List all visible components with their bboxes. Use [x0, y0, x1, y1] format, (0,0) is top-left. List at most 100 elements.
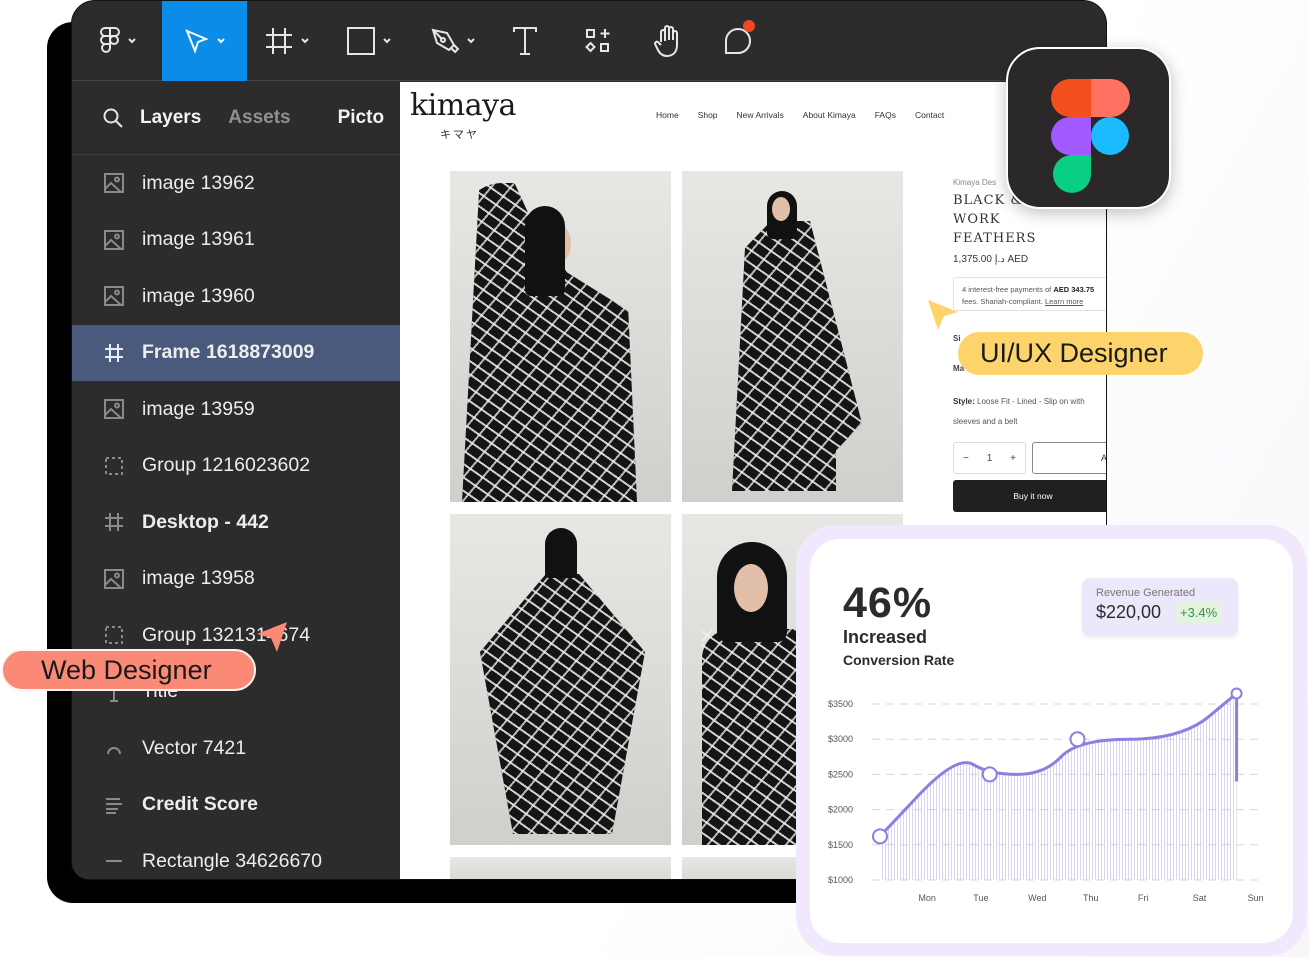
y-tick-label: $3000	[828, 734, 853, 744]
quantity-stepper[interactable]: − 1 +	[953, 442, 1026, 474]
tab-layers[interactable]: Layers	[140, 107, 201, 129]
add-to-cart-button[interactable]: Add	[1032, 442, 1106, 474]
move-tool-button[interactable]	[162, 1, 247, 81]
layer-item[interactable]: Group 1216023602	[72, 438, 400, 495]
layer-label: Group 1216023602	[142, 454, 311, 477]
layer-label: Frame 1618873009	[142, 341, 315, 364]
layer-item[interactable]: image 13962	[72, 155, 400, 212]
image-icon	[102, 397, 126, 421]
layer-list: image 13962 image 13961 image 13960 Frame 1…	[72, 155, 400, 879]
y-tick-label: $2000	[828, 805, 853, 815]
comment-tool-button[interactable]	[695, 1, 780, 81]
x-tick-label: Thu	[1083, 893, 1099, 903]
chevron-down-icon	[382, 38, 391, 44]
layer-item[interactable]: Vector 7421	[72, 720, 400, 777]
nav-about[interactable]: About Kimaya	[803, 110, 856, 120]
chevron-down-icon	[127, 38, 136, 44]
resources-tool-button[interactable]	[555, 1, 640, 81]
size-label: Si	[953, 334, 961, 343]
style-description: Style: Loose Fit - Lined - Slip on with …	[953, 397, 1085, 426]
chevron-down-icon	[216, 38, 225, 44]
data-point-marker[interactable]	[1230, 687, 1243, 700]
nav-faqs[interactable]: FAQs	[875, 110, 896, 120]
layer-label: Desktop - 442	[142, 510, 269, 533]
frame-hash-icon	[102, 510, 126, 534]
pen-nib-icon	[431, 28, 459, 54]
cursor-arrow-icon	[184, 29, 209, 54]
tab-assets[interactable]: Assets	[228, 107, 290, 129]
data-point-marker[interactable]	[1069, 731, 1086, 748]
qty-value: 1	[986, 452, 993, 464]
hand-tool-button[interactable]	[640, 1, 695, 81]
chevron-down-icon	[466, 38, 475, 44]
text-tool-button[interactable]	[495, 1, 555, 81]
tab-picto[interactable]: Picto	[338, 107, 384, 129]
image-icon	[102, 171, 126, 195]
stats-card-inner: 46% Increased Conversion Rate Revenue Ge…	[810, 539, 1293, 943]
frame-hash-icon	[266, 28, 292, 54]
web-designer-badge: Web Designer	[1, 649, 256, 691]
learn-more-link[interactable]: Learn more	[1045, 297, 1083, 306]
components-icon	[584, 29, 609, 53]
nav-new-arrivals[interactable]: New Arrivals	[737, 110, 784, 120]
figma-logo-icon	[1051, 79, 1130, 193]
image-icon	[102, 228, 126, 252]
site-header: kimaya キマヤ Home Shop New Arrivals About …	[400, 82, 1106, 152]
site-nav: Home Shop New Arrivals About Kimaya FAQs…	[656, 110, 963, 120]
layer-item[interactable]: image 13961	[72, 212, 400, 269]
qty-minus-button[interactable]: −	[963, 453, 969, 464]
layer-item[interactable]: image 13959	[72, 381, 400, 438]
y-tick-label: $3500	[828, 699, 853, 709]
layer-item[interactable]: image 13960	[72, 268, 400, 325]
main-menu-button[interactable]	[90, 1, 145, 81]
layer-item[interactable]: Rectangle 34626670	[72, 833, 400, 879]
image-icon	[102, 567, 126, 591]
product-photo-5[interactable]	[450, 857, 671, 879]
search-button[interactable]	[102, 107, 124, 129]
layer-label: image 13958	[142, 567, 255, 590]
site-logo[interactable]: kimaya	[410, 88, 516, 123]
frame-tool-button[interactable]	[247, 1, 327, 81]
nav-contact[interactable]: Contact	[915, 110, 944, 120]
layer-item[interactable]: Frame 1618873009	[72, 324, 400, 381]
data-point-marker[interactable]	[872, 828, 888, 845]
stats-card: 46% Increased Conversion Rate Revenue Ge…	[796, 525, 1307, 956]
text-lines-icon	[102, 793, 126, 817]
group-dashed-icon	[102, 454, 126, 478]
product-price: 1,375.00 د.إ AED	[953, 254, 1029, 265]
toolbar	[72, 1, 1106, 81]
x-tick-label: Fri	[1138, 893, 1149, 903]
qty-plus-button[interactable]: +	[1010, 453, 1016, 464]
layer-label: image 13959	[142, 397, 255, 420]
text-t-icon	[513, 27, 537, 55]
line-icon	[102, 849, 126, 873]
y-tick-label: $1000	[828, 875, 853, 885]
pen-tool-button[interactable]	[410, 1, 495, 81]
x-tick-label: Tue	[973, 893, 988, 903]
data-point-marker[interactable]	[981, 766, 998, 783]
product-photo-3[interactable]	[450, 514, 671, 845]
hand-icon	[653, 25, 678, 58]
vector-arc-icon	[102, 736, 126, 760]
buy-now-button[interactable]: Buy it now	[953, 480, 1106, 512]
layer-label: Vector 7421	[142, 736, 247, 759]
product-photo-2[interactable]	[682, 171, 903, 502]
layer-item[interactable]: Credit Score	[72, 777, 400, 834]
nav-home[interactable]: Home	[656, 110, 679, 120]
panel-tabs: Layers Assets Picto	[72, 82, 400, 155]
y-tick-label: $2500	[828, 769, 853, 779]
layer-label: Rectangle 34626670	[142, 849, 322, 872]
group-dashed-icon	[102, 623, 126, 647]
nav-shop[interactable]: Shop	[698, 110, 718, 120]
product-photo-1[interactable]	[450, 171, 671, 502]
chevron-down-icon	[301, 38, 309, 44]
area-fill	[880, 693, 1237, 880]
layer-item[interactable]: image 13958	[72, 551, 400, 608]
notification-dot	[743, 20, 755, 32]
layer-item[interactable]: Desktop - 442	[72, 494, 400, 551]
search-icon	[103, 108, 123, 128]
revenue-line-chart: $1000 $1500 $2000 $2500 $3000 $3500 Mon Tue Wed T…	[828, 687, 1264, 903]
x-tick-label: Mon	[918, 893, 936, 903]
layer-label: image 13961	[142, 228, 255, 251]
shape-tool-button[interactable]	[327, 1, 410, 81]
